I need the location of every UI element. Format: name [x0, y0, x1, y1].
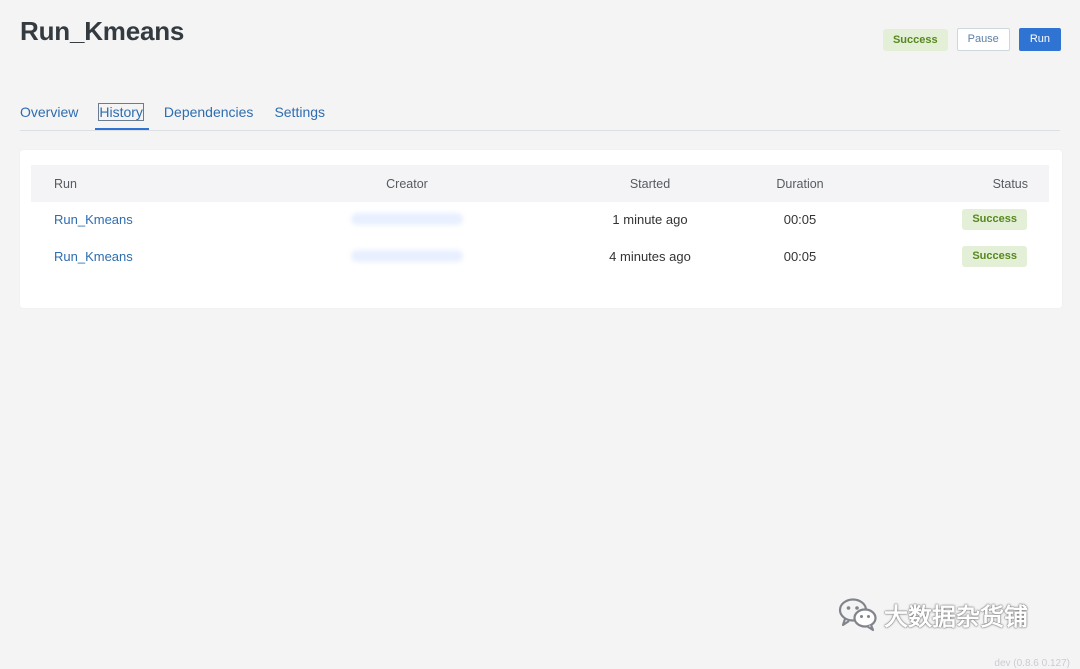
- page-title: Run_Kmeans: [20, 16, 185, 46]
- status-cell: Success: [962, 241, 1028, 271]
- duration-cell: 00:05: [783, 248, 817, 264]
- column-header-status: Status: [992, 176, 1028, 191]
- table-row: Run_Kmeans 4 minutes ago 00:05 Success: [31, 241, 1049, 271]
- status-badge: Success: [882, 28, 948, 51]
- column-header-creator: Creator: [386, 176, 428, 191]
- version-text: dev (0.8.6 0.127): [994, 658, 1070, 669]
- tab-dependencies-label: Dependencies: [163, 104, 254, 120]
- wechat-logo-icon: [838, 598, 877, 632]
- table-row: Run_Kmeans 1 minute ago 00:05 Success: [31, 204, 1049, 234]
- status-badge: Success: [962, 208, 1027, 230]
- tab-settings[interactable]: Settings: [274, 104, 325, 129]
- tab-history-label: History: [98, 103, 144, 121]
- tab-dependencies[interactable]: Dependencies: [164, 104, 254, 129]
- tab-settings-label: Settings: [274, 104, 326, 120]
- watermark: 大数据杂货铺: [838, 596, 1028, 632]
- tab-bar: Overview History Dependencies Settings: [20, 103, 1060, 131]
- column-header-run: Run: [54, 176, 77, 191]
- run-button[interactable]: Run: [1018, 28, 1061, 51]
- duration-cell: 00:05: [783, 211, 817, 227]
- run-link[interactable]: Run_Kmeans: [54, 204, 133, 234]
- header-actions: Success Pause Run: [882, 28, 1061, 51]
- started-cell: 1 minute ago: [612, 211, 688, 227]
- creator-redacted: [351, 250, 463, 262]
- status-cell: Success: [962, 204, 1028, 234]
- column-header-started: Started: [629, 176, 671, 191]
- creator-redacted: [351, 213, 463, 225]
- run-link[interactable]: Run_Kmeans: [54, 241, 133, 271]
- tab-overview-label: Overview: [20, 104, 79, 120]
- history-card: Run Creator Started Duration Status Run_…: [20, 150, 1062, 308]
- pause-button[interactable]: Pause: [956, 28, 1010, 51]
- creator-cell: [351, 204, 463, 234]
- started-cell: 4 minutes ago: [609, 248, 691, 264]
- tab-overview[interactable]: Overview: [20, 104, 78, 129]
- creator-cell: [351, 241, 463, 271]
- tab-history[interactable]: History: [95, 103, 149, 130]
- column-header-duration: Duration: [776, 176, 824, 191]
- watermark-text: 大数据杂货铺: [884, 603, 1028, 631]
- status-badge: Success: [962, 245, 1027, 267]
- table-header: Run Creator Started Duration Status: [31, 165, 1049, 202]
